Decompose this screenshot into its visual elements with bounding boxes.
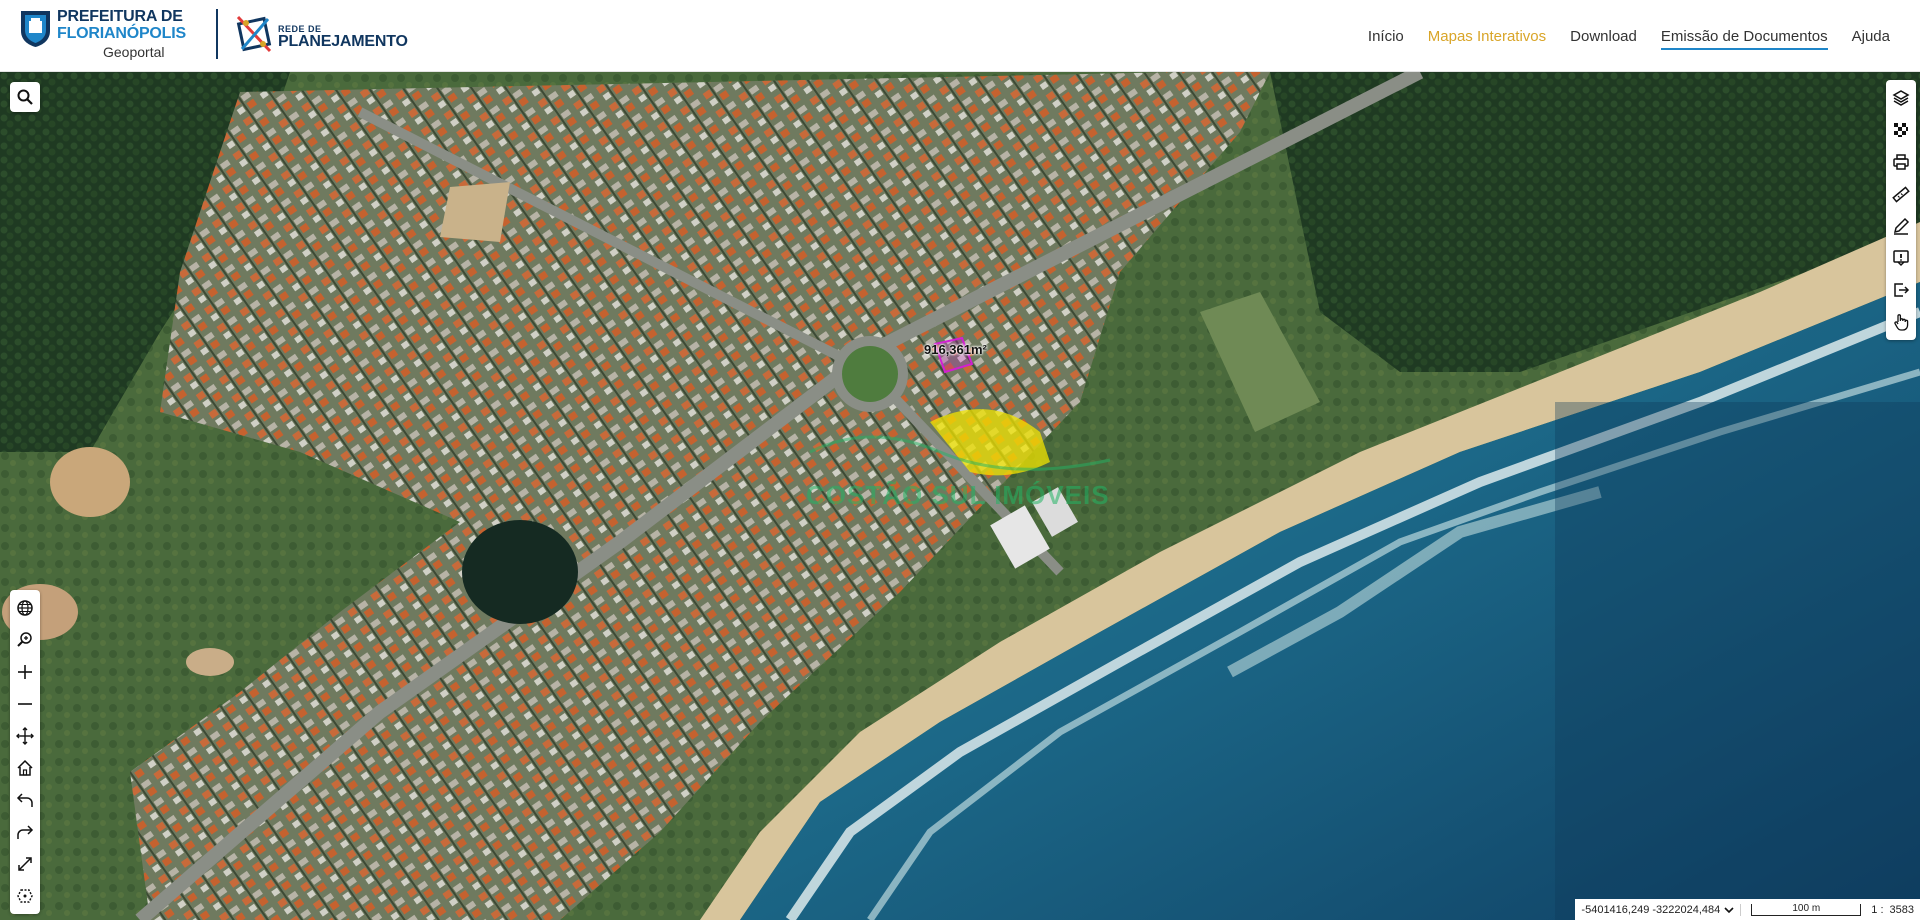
- parcel-area-label: 916,361m²: [924, 342, 987, 357]
- pan-button[interactable]: [10, 720, 40, 752]
- geoportal-label: Geoportal: [103, 44, 165, 60]
- export-icon: [1894, 283, 1910, 297]
- select-icon: [17, 889, 33, 903]
- pointer-hand-icon: [1894, 314, 1909, 331]
- zoom-area-icon: [17, 632, 32, 647]
- map-canvas[interactable]: 916,361m² COSTÃO SUL IMÓVEIS -5401416,24…: [0, 72, 1920, 920]
- redo-icon: [17, 825, 34, 839]
- measure-button[interactable]: [1886, 178, 1916, 210]
- map-search-button[interactable]: [10, 82, 40, 112]
- fullscreen-button[interactable]: [10, 848, 40, 880]
- layers-icon: [1892, 90, 1910, 106]
- draw-button[interactable]: [1886, 210, 1916, 242]
- globe-icon: [17, 600, 33, 616]
- zoom-out-icon: [18, 703, 32, 705]
- redo-button[interactable]: [10, 816, 40, 848]
- coordinates-readout: -5401416,249 -3222024,484: [1581, 903, 1721, 916]
- nav-emissao-documentos[interactable]: Emissão de Documentos: [1660, 22, 1828, 51]
- fullscreen-icon: [18, 857, 32, 871]
- search-icon: [17, 89, 33, 105]
- scale-ratio-prefix: 1 :: [1871, 903, 1884, 916]
- scale-ratio: 1 : 3583: [1871, 904, 1914, 916]
- nav-ajuda[interactable]: Ajuda: [1852, 22, 1890, 51]
- header-divider: [216, 9, 218, 59]
- select-button[interactable]: [10, 880, 40, 912]
- main-nav: Início Mapas Interativos Download Emissã…: [1368, 0, 1890, 72]
- pan-icon: [16, 727, 34, 745]
- prefeitura-line2: FLORIANÓPOLIS: [57, 25, 186, 42]
- layers-button[interactable]: [1886, 82, 1916, 114]
- map-status-bar: -5401416,249 -3222024,484 100 m 1 : 3583: [1575, 899, 1920, 920]
- draw-icon: [1893, 217, 1910, 235]
- zoom-in-button[interactable]: [10, 656, 40, 688]
- planning-network-icon: [236, 15, 272, 53]
- measure-icon: [1892, 186, 1910, 203]
- scale-bar-label: 100 m: [1792, 902, 1821, 914]
- coordinates-selector[interactable]: -5401416,249 -3222024,484: [1581, 903, 1742, 916]
- zoom-area-button[interactable]: [10, 624, 40, 656]
- prefeitura-logo[interactable]: PREFEITURA DE FLORIANÓPOLIS Geoportal: [19, 9, 186, 59]
- basemap-button[interactable]: [1886, 114, 1916, 146]
- rede-big-label: PLANEJAMENTO: [278, 32, 408, 50]
- globe-button[interactable]: [10, 592, 40, 624]
- prefeitura-line1: PREFEITURA DE: [57, 8, 183, 25]
- shield-icon: [21, 11, 50, 47]
- app-header: PREFEITURA DE FLORIANÓPOLIS Geoportal RE…: [0, 0, 1920, 72]
- nav-download[interactable]: Download: [1570, 22, 1637, 51]
- right-toolbar: [1886, 80, 1916, 340]
- print-icon: [1893, 154, 1909, 170]
- info-icon: [1893, 250, 1909, 267]
- print-button[interactable]: [1886, 146, 1916, 178]
- nav-mapas-interativos[interactable]: Mapas Interativos: [1428, 22, 1546, 51]
- nav-inicio[interactable]: Início: [1368, 22, 1404, 51]
- basemap-icon: [1894, 123, 1908, 137]
- info-button[interactable]: [1886, 242, 1916, 274]
- export-button[interactable]: [1886, 274, 1916, 306]
- scale-ratio-value[interactable]: 3583: [1890, 904, 1914, 916]
- pointer-button[interactable]: [1886, 306, 1916, 338]
- home-icon: [17, 759, 33, 776]
- zoom-in-icon: [18, 665, 32, 679]
- undo-button[interactable]: [10, 784, 40, 816]
- rede-planejamento-logo[interactable]: REDE DE PLANEJAMENTO: [234, 9, 408, 57]
- watermark-text: COSTÃO SUL IMÓVEIS: [806, 480, 1110, 510]
- home-button[interactable]: [10, 752, 40, 784]
- left-toolbar: [10, 590, 40, 914]
- chevron-down-icon: [1724, 906, 1734, 913]
- undo-icon: [16, 793, 33, 807]
- scale-bar: 100 m: [1751, 902, 1862, 916]
- zoom-out-button[interactable]: [10, 688, 40, 720]
